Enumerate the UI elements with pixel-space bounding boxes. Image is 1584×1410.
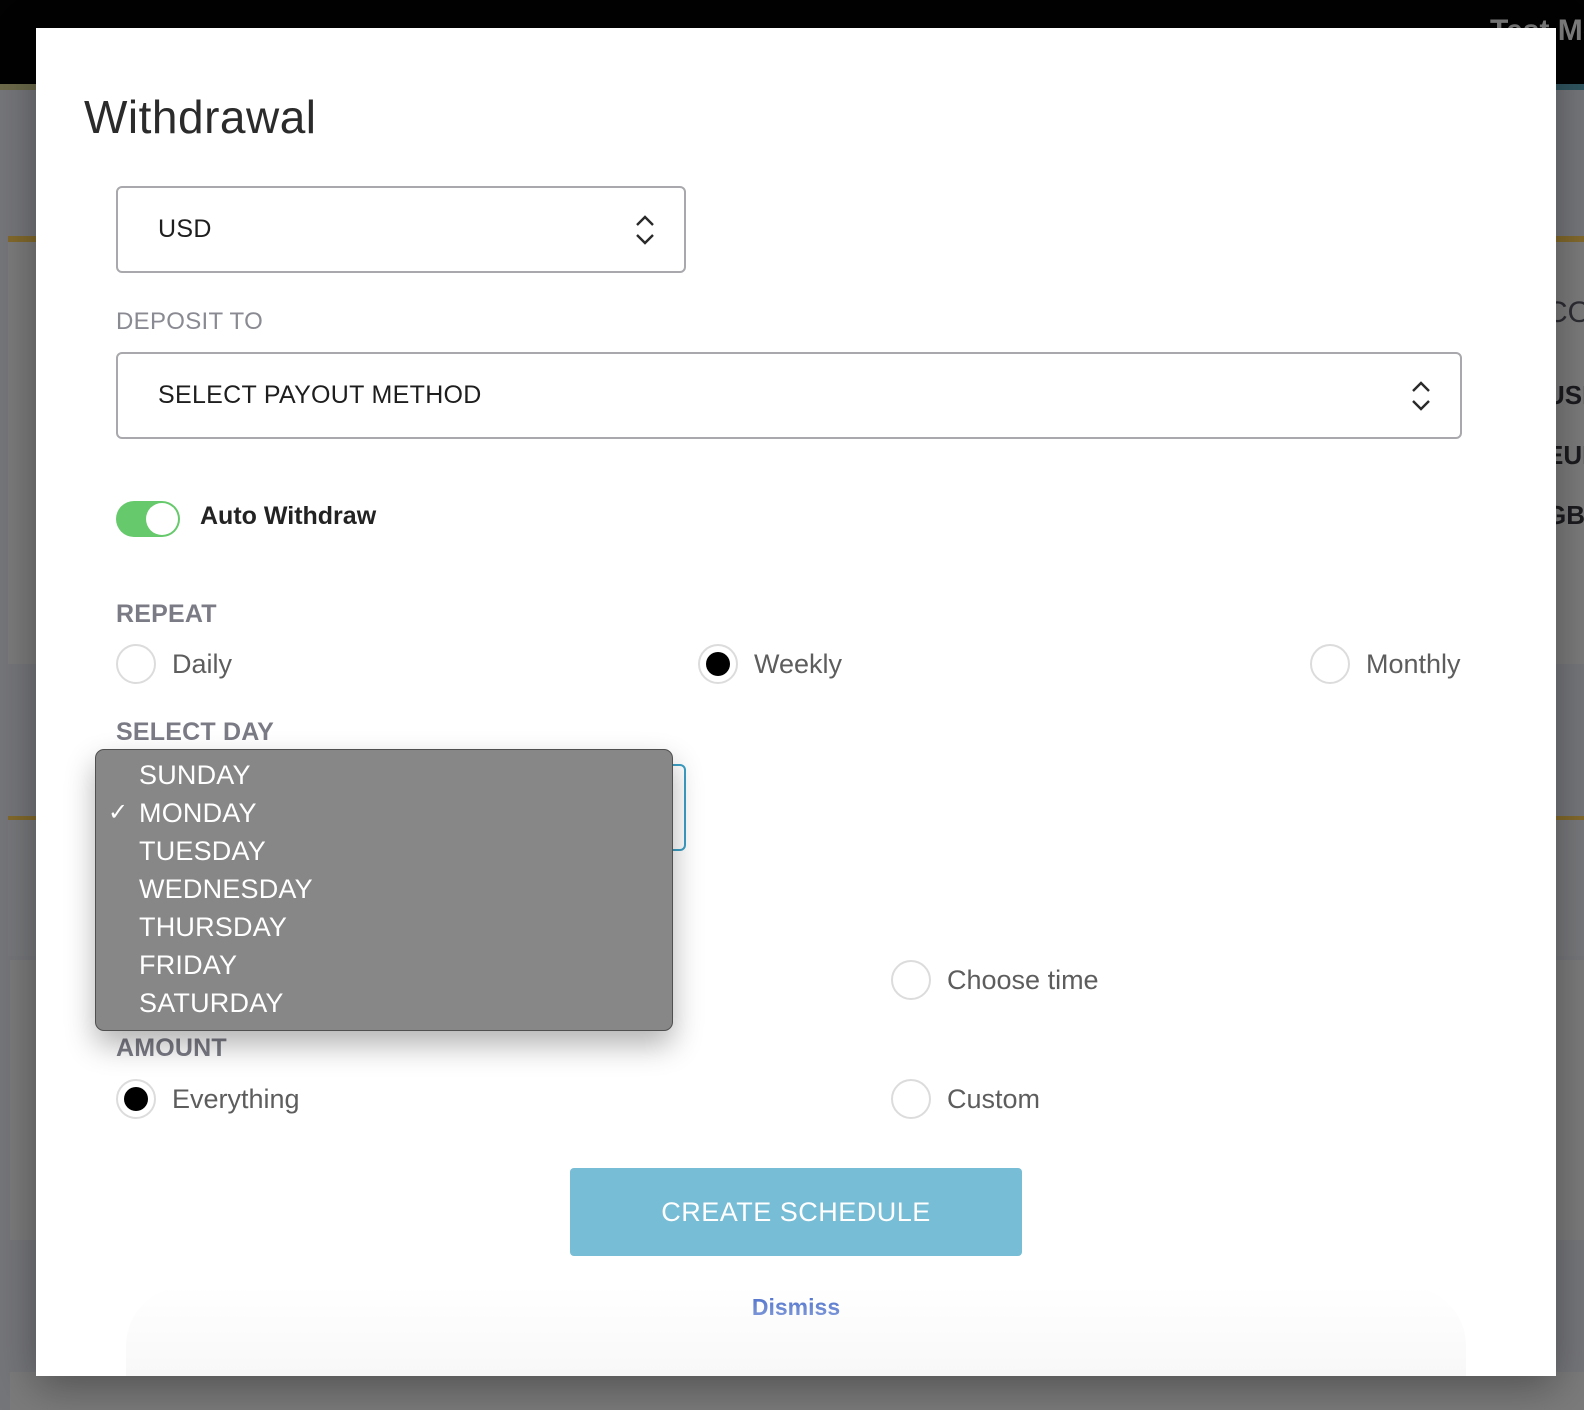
radio-label: Choose time [947,964,1099,995]
dismiss-link[interactable]: Dismiss [36,1294,1556,1321]
radio-label: Everything [172,1083,300,1114]
radio-label: Custom [947,1083,1041,1114]
payout-method-select[interactable]: SELECT PAYOUT METHOD [116,352,1462,439]
option-label: TUESDAY [139,836,266,866]
option-label: FRIDAY [139,950,238,980]
payout-method-placeholder: SELECT PAYOUT METHOD [158,381,482,409]
checkmark-icon: ✓ [108,799,129,826]
amount-everything-radio[interactable]: Everything [116,1079,300,1119]
radio-circle [698,644,738,684]
option-label: MONDAY [139,798,257,828]
radio-selected-dot [124,1087,148,1111]
option-label: WEDNESDAY [139,874,313,904]
radio-circle [116,644,156,684]
repeat-label: REPEAT [116,600,217,628]
repeat-weekly-radio[interactable]: Weekly [698,644,842,684]
day-option-wednesday[interactable]: WEDNESDAY [96,870,672,908]
chevron-up-down-icon [636,214,654,245]
choose-time-radio[interactable]: Choose time [891,960,1099,1000]
option-label: SUNDAY [139,760,251,790]
background-card [10,1372,1584,1410]
modal-title: Withdrawal [84,91,317,143]
auto-withdraw-label: Auto Withdraw [200,502,377,530]
withdrawal-modal: Withdrawal USD DEPOSIT TO SELECT PAYOUT … [36,28,1556,1376]
chevron-up-down-icon [1412,380,1430,411]
radio-selected-dot [706,652,730,676]
radio-circle [891,1079,931,1119]
auto-withdraw-toggle[interactable] [116,501,180,537]
radio-label: Weekly [754,648,843,679]
radio-circle [116,1079,156,1119]
day-option-friday[interactable]: FRIDAY [96,946,672,984]
option-label: SATURDAY [139,988,284,1018]
currency-select-value: USD [158,215,212,243]
day-option-sunday[interactable]: SUNDAY [96,756,672,794]
repeat-daily-radio[interactable]: Daily [116,644,232,684]
radio-circle [891,960,931,1000]
toggle-knob [146,503,178,535]
day-option-saturday[interactable]: SATURDAY [96,984,672,1022]
day-option-thursday[interactable]: THURSDAY [96,908,672,946]
deposit-to-label: DEPOSIT TO [116,308,264,335]
repeat-monthly-radio[interactable]: Monthly [1310,644,1461,684]
radio-label: Daily [172,648,233,679]
day-option-monday[interactable]: ✓ MONDAY [96,794,672,832]
amount-custom-radio[interactable]: Custom [891,1079,1040,1119]
currency-select[interactable]: USD [116,186,686,273]
radio-circle [1310,644,1350,684]
select-day-label: SELECT DAY [116,718,275,746]
radio-label: Monthly [1366,648,1461,679]
option-label: THURSDAY [139,912,288,942]
day-option-tuesday[interactable]: TUESDAY [96,832,672,870]
day-dropdown-menu: SUNDAY ✓ MONDAY TUESDAY WEDNESDAY THURSDA… [95,749,673,1031]
create-schedule-button[interactable]: CREATE SCHEDULE [570,1168,1022,1256]
amount-label: AMOUNT [116,1034,227,1062]
